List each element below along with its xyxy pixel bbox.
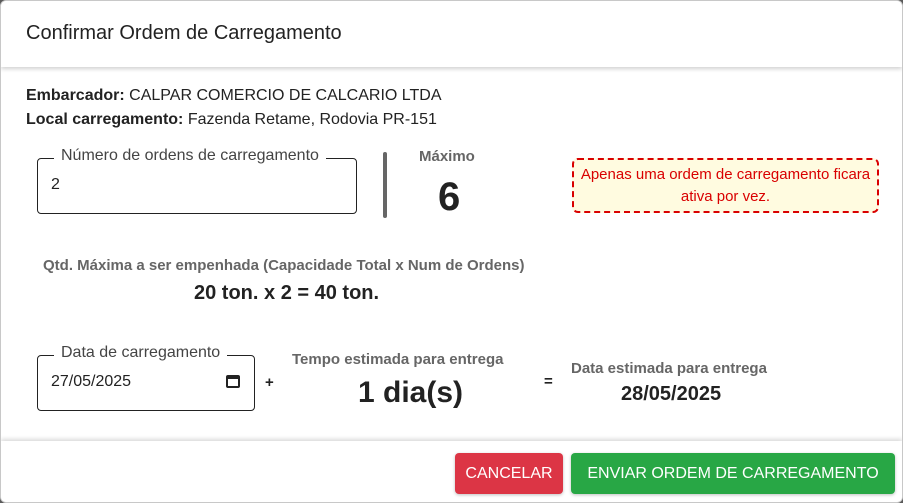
estimated-date-value: 28/05/2025	[621, 383, 722, 405]
local-value: Fazenda Retame, Rodovia PR-151	[187, 111, 437, 128]
plus-sign: +	[265, 374, 274, 391]
max-value: 6	[438, 175, 461, 219]
quantity-label: Qtd. Máxima a ser empenhada (Capacidade …	[43, 257, 525, 274]
cancel-button[interactable]: CANCELAR	[455, 453, 563, 494]
embarcador-label: Embarcador:	[26, 87, 125, 104]
equals-sign: =	[544, 373, 553, 390]
local-line: Local carregamento: Fazenda Retame, Rodo…	[26, 111, 437, 129]
embarcador-line: Embarcador: CALPAR COMERCIO DE CALCARIO …	[26, 87, 442, 105]
loading-date-input[interactable]: Data de carregamento 27/05/2025	[37, 344, 255, 411]
delivery-time-value: 1 dia(s)	[358, 376, 464, 409]
local-label: Local carregamento:	[26, 111, 184, 128]
quantity-value: 20 ton. x 2 = 40 ton.	[194, 282, 380, 304]
dialog-title: Confirmar Ordem de Carregamento	[26, 22, 342, 44]
divider	[383, 152, 387, 218]
delivery-time-label: Tempo estimada para entrega	[292, 351, 504, 368]
send-order-button[interactable]: ENVIAR ORDEM DE CARREGAMENTO	[571, 453, 895, 494]
loading-date-label: Data de carregamento	[54, 344, 228, 362]
max-label: Máximo	[419, 148, 475, 165]
embarcador-value: CALPAR COMERCIO DE CALCARIO LTDA	[129, 87, 442, 104]
confirm-order-dialog: Confirmar Ordem de Carregamento Embarcad…	[0, 0, 903, 503]
single-order-warning: Apenas uma ordem de carregamento ficara …	[572, 158, 879, 213]
orders-count-value[interactable]: 2	[51, 176, 60, 194]
orders-count-input[interactable]: Número de ordens de carregamento 2	[37, 147, 357, 214]
orders-count-label: Número de ordens de carregamento	[54, 147, 326, 165]
estimated-date-label: Data estimada para entrega	[571, 360, 767, 377]
loading-date-value[interactable]: 27/05/2025	[51, 373, 131, 391]
calendar-icon[interactable]	[226, 375, 240, 388]
dialog-header: Confirmar Ordem de Carregamento	[1, 1, 902, 67]
dialog-footer: CANCELAR ENVIAR ORDEM DE CARREGAMENTO	[1, 441, 902, 502]
